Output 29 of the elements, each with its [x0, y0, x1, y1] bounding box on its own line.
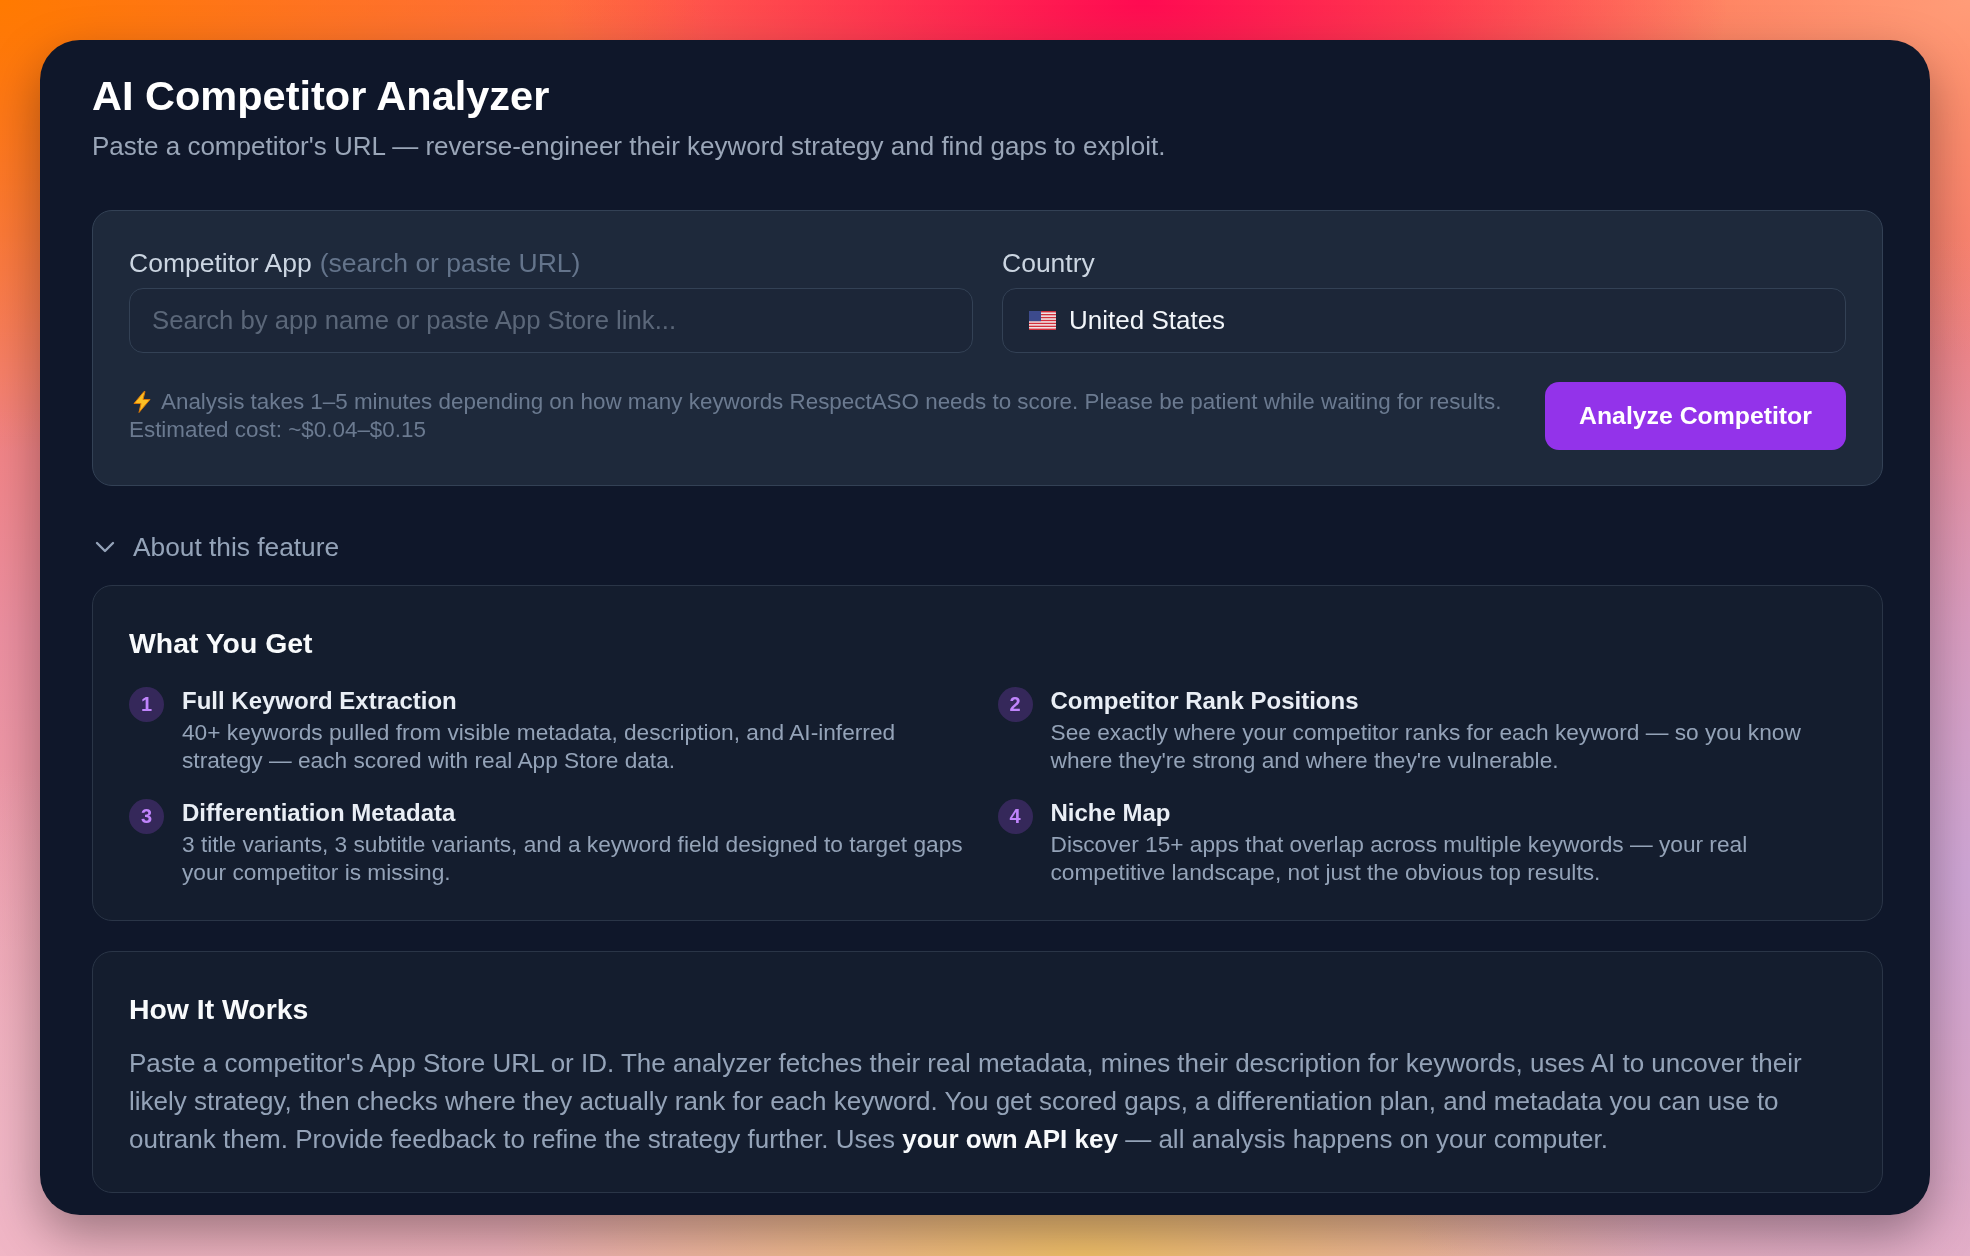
field-label: Country: [1002, 247, 1095, 279]
page-subtitle: Paste a competitor's URL — reverse-engineer their keyword strategy and find gaps to exploit.: [92, 131, 1166, 161]
step-number: 3: [129, 799, 164, 834]
feature-title: Full Keyword Extraction: [182, 686, 458, 716]
page-title: AI Competitor Analyzer: [92, 71, 550, 120]
feature-title: Differentiation Metadata: [182, 798, 457, 828]
field-label: Competitor App: [129, 247, 312, 279]
country-value: United States: [1069, 305, 1226, 336]
about-feature-toggle[interactable]: About this feature: [92, 530, 340, 564]
analysis-note: Analysis takes 1–5 minutes depending on how many keywords RespectASO needs to score. Please be patient while waiting for results.: [161, 388, 1502, 416]
step-number: 4: [997, 799, 1033, 834]
flag-icon: [1029, 311, 1056, 330]
app-search-field[interactable]: Search by app name or paste App Store link...: [129, 288, 973, 353]
feature-title: Competitor Rank Positions: [1050, 686, 1360, 716]
feature-description: 3 title variants, 3 subtitle variants, and a keyword field designed to target gaps your competitor is missing.: [182, 830, 964, 886]
section-heading: What You Get: [129, 626, 313, 661]
feature-title: Niche Map: [1050, 798, 1172, 828]
feature-description: 40+ keywords pulled from visible metadata, description, and AI-inferred strategy — each scored with real App Store data.: [182, 718, 897, 774]
lightning-icon: [133, 391, 151, 413]
cost-estimate: Estimated cost: ~$0.04–$0.15: [129, 417, 426, 442]
section-heading: How It Works: [129, 992, 309, 1027]
feature-description: Discover 15+ apps that overlap across multiple keywords — your real competitive landscape, not just the obvious top results.: [1050, 830, 1749, 886]
feature-description: See exactly where your competitor ranks for each keyword — so you know where they're strong and where they're vulnerable.: [1050, 718, 1802, 774]
country-select[interactable]: United States: [1002, 288, 1846, 353]
field-hint: (search or paste URL): [319, 247, 581, 279]
step-number: 2: [997, 687, 1033, 722]
analyze-competitor-button[interactable]: Analyze Competitor: [1545, 382, 1846, 450]
step-number: 1: [129, 687, 164, 722]
how-it-works-text: Paste a competitor's App Store URL or ID. The analyzer fetches their real metadata, mines their description for keywords, uses AI to uncover their likely strategy, then checks where they actually rank for each keyword. You get scored gaps, a differentiation plan, and metadata you can use to outrank them. Provide feedback to refine the strategy further. Uses your own API key — all analysis happens on your computer.: [129, 1047, 1803, 1156]
